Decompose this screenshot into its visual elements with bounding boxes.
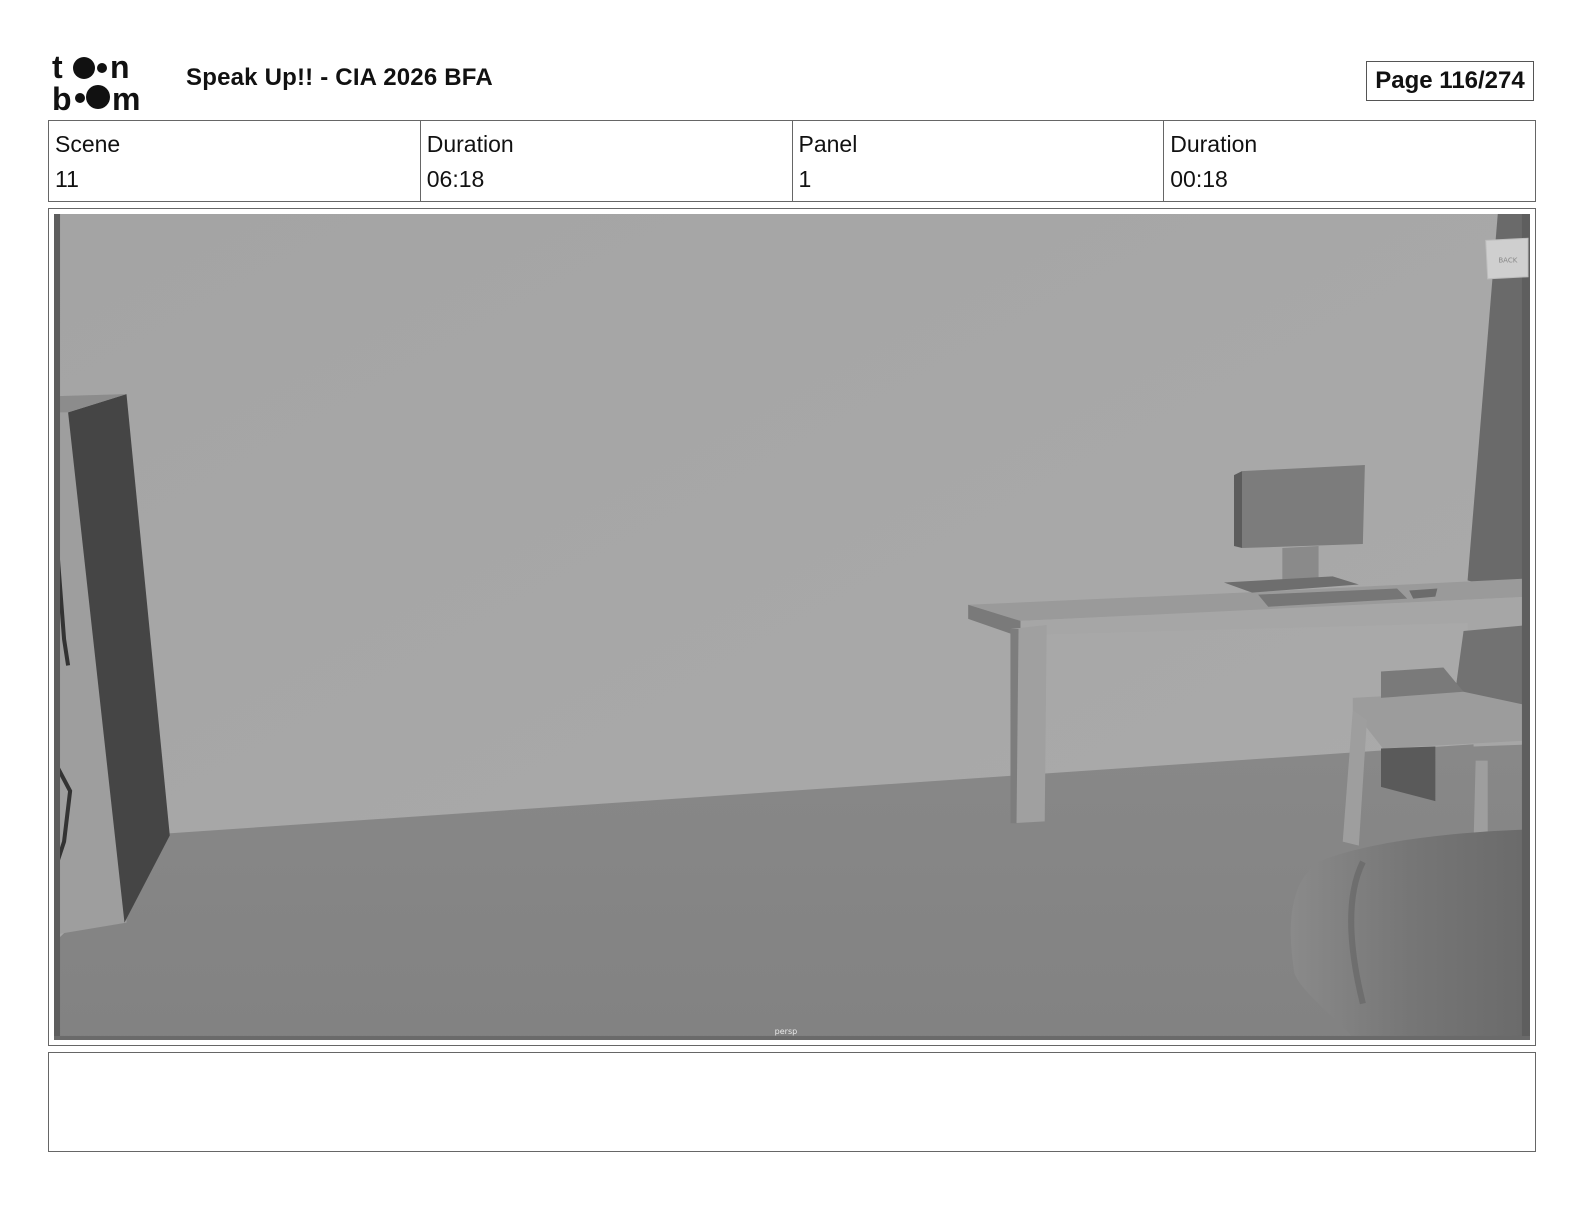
scene-cell: Scene 11 (49, 121, 421, 201)
viewcube-label: BACK (1498, 256, 1517, 265)
panel-value: 1 (798, 166, 812, 192)
viewcube-icon: BACK (1485, 237, 1529, 280)
page-number: Page 116/274 (1366, 61, 1534, 101)
document-title: Speak Up!! - CIA 2026 BFA (186, 64, 493, 91)
camera-label: persp (775, 1027, 798, 1036)
scene-duration-label: Duration (426, 131, 514, 157)
toonboom-logo: t n b m (52, 50, 140, 112)
storyboard-panel: BACK persp (48, 208, 1536, 1046)
monitor-screen (1242, 465, 1365, 549)
foreground-blanket (1290, 829, 1530, 1040)
panel-notes-box (48, 1052, 1536, 1152)
viewport-border-left (54, 214, 61, 1040)
viewport-border-right (1521, 214, 1530, 1040)
svg-text:t: t (52, 50, 63, 85)
monitor-bezel (1233, 471, 1243, 549)
scene-duration-cell: Duration 06:18 (421, 121, 793, 201)
panel-duration-value: 00:18 (1170, 166, 1228, 192)
panel-label: Panel (798, 131, 858, 157)
svg-text:n: n (110, 50, 130, 85)
panel-duration-cell: Duration 00:18 (1164, 121, 1535, 201)
scene-value: 11 (55, 166, 79, 192)
scene-label: Scene (55, 131, 121, 157)
scene-duration-value: 06:18 (426, 166, 485, 192)
svg-text:b: b (52, 81, 72, 112)
svg-text:m: m (112, 81, 140, 112)
scene-info-table: Scene 11 Duration 06:18 Panel 1 Duration… (48, 120, 1536, 202)
viewport-border-bottom (54, 1035, 1530, 1040)
panel-render: BACK persp (54, 214, 1530, 1040)
side-table-leg-right (1473, 760, 1488, 842)
panel-duration-label: Duration (1170, 131, 1258, 157)
panel-cell: Panel 1 (793, 121, 1165, 201)
